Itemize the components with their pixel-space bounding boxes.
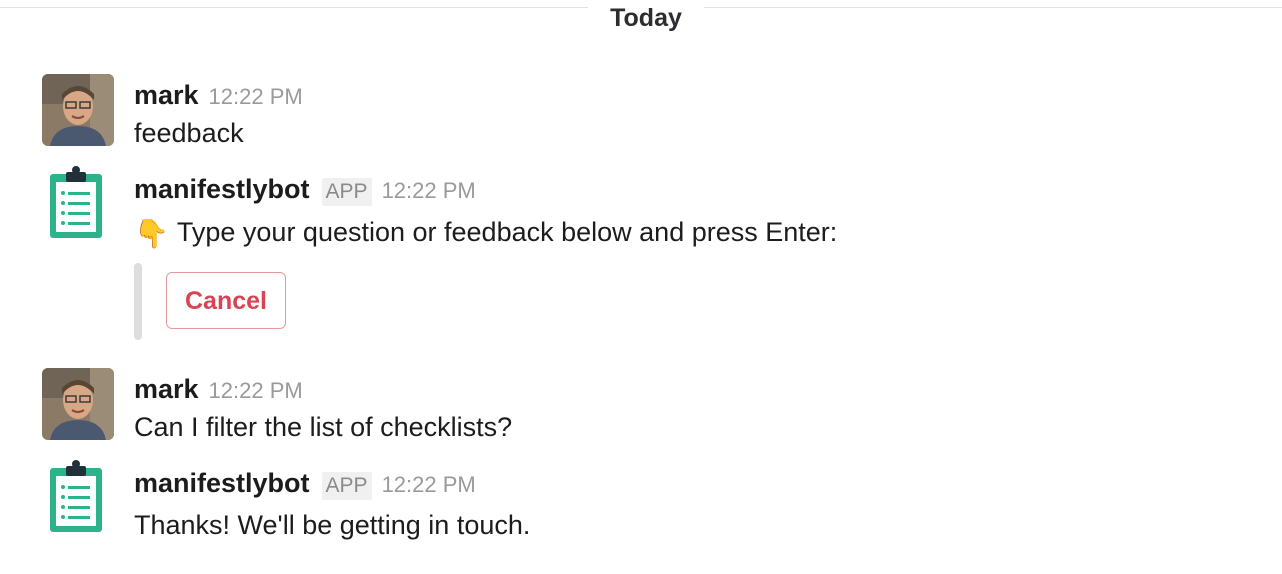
app-badge: APP xyxy=(321,178,372,206)
message-text-row: 👇 Type your question or feedback below an… xyxy=(134,215,837,251)
cancel-button[interactable]: Cancel xyxy=(166,272,286,329)
timestamp[interactable]: 12:22 PM xyxy=(382,178,476,203)
clipboard-icon xyxy=(50,166,102,238)
app-badge: APP xyxy=(321,472,372,500)
message-header: mark 12:22 PM xyxy=(134,78,303,112)
pointing-down-icon: 👇 xyxy=(134,218,169,249)
timestamp[interactable]: 12:22 PM xyxy=(209,378,303,403)
sender-name[interactable]: manifestlybot xyxy=(134,468,310,498)
day-divider-label: Today xyxy=(588,0,704,34)
message-text: Can I filter the list of checklists? xyxy=(134,412,513,442)
message-text: Thanks! We'll be getting in touch. xyxy=(134,510,531,540)
user-photo xyxy=(42,368,114,440)
avatar[interactable] xyxy=(44,460,112,536)
message-text: feedback xyxy=(134,118,244,148)
message-header: mark 12:22 PM xyxy=(134,372,303,406)
sender-name[interactable]: mark xyxy=(134,374,199,404)
avatar[interactable] xyxy=(42,368,114,440)
message-text: Type your question or feedback below and… xyxy=(176,217,838,247)
sender-name[interactable]: mark xyxy=(134,80,199,110)
avatar[interactable] xyxy=(42,74,114,146)
message-header: manifestlybot APP 12:22 PM xyxy=(134,466,476,500)
message-header: manifestlybot APP 12:22 PM xyxy=(134,172,476,206)
sender-name[interactable]: manifestlybot xyxy=(134,174,310,204)
timestamp[interactable]: 12:22 PM xyxy=(209,84,303,109)
clipboard-icon xyxy=(50,460,102,532)
user-photo xyxy=(42,74,114,146)
avatar[interactable] xyxy=(44,166,112,242)
attachment-bar xyxy=(134,263,142,340)
timestamp[interactable]: 12:22 PM xyxy=(382,472,476,497)
